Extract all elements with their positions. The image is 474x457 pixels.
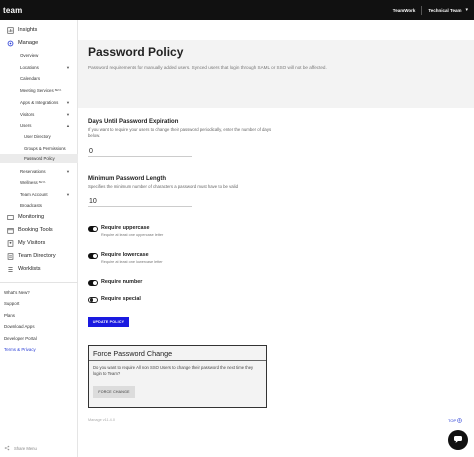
insights-icon [7,26,14,34]
page-title: Password Policy [88,45,184,59]
chevron-down-icon: ▼ [66,168,70,174]
chat-icon [453,431,463,449]
sidebar-item-wellness[interactable]: Wellness BETA [0,178,78,186]
min-length-description: Specifies the minimum number of characte… [88,184,238,189]
gear-icon [7,40,14,47]
sidebar-item-broadcasts[interactable]: Broadcasts [0,201,78,209]
require-lowercase-toggle[interactable] [88,252,98,259]
update-policy-button[interactable]: UPDATE POLICY [88,317,129,327]
booking-tools-icon [7,227,14,234]
force-password-change-panel: Force Password Change Do you want to req… [88,345,267,408]
sidebar: Insights Manage Overview Locations ▼ Cale… [0,20,78,457]
min-length-title: Minimum Password Length [88,176,167,182]
require-uppercase-toggle[interactable] [88,225,98,232]
require-lowercase-hint: Require at least one lowercase letter [101,260,163,264]
team-switcher[interactable]: Technical Team [428,8,461,13]
sidebar-item-visitors[interactable]: Visitors ▼ [0,110,78,118]
sidebar-item-users[interactable]: Users ▲ [0,121,78,129]
version-text: Manage v11.4.0 [88,418,115,422]
sidebar-item-monitoring[interactable]: Monitoring [0,212,78,222]
sidebar-item-worklists[interactable]: Worklists [0,264,78,274]
chevron-down-icon: ▼ [66,111,70,117]
require-special-label: Require special [101,296,141,302]
sidebar-item-insights[interactable]: Insights [0,25,78,35]
worklists-icon [7,266,14,273]
download-apps-link[interactable]: Download Apps [4,324,35,329]
topbar-divider [421,5,423,15]
sidebar-item-groups-permissions[interactable]: Groups & Permissions [0,144,78,152]
arrow-up-icon [457,418,462,423]
back-to-top-link[interactable]: TOP [448,418,462,423]
directory-icon [7,252,14,260]
sidebar-item-overview[interactable]: Overview [0,51,78,59]
sidebar-item-meeting-services[interactable]: Meeting Services BETA [0,86,78,94]
expiration-title: Days Until Password Expiration [88,119,179,125]
sidebar-item-my-visitors[interactable]: My Visitors [0,238,78,248]
chevron-up-icon: ▲ [66,122,70,128]
sidebar-item-apps-integrations[interactable]: Apps & Integrations ▼ [0,98,78,106]
require-number-row: Require number [88,279,142,286]
force-description: Do you want to require All non SSO Users… [93,365,254,376]
require-uppercase-hint: Require at least one uppercase letter [101,233,164,237]
sidebar-item-locations[interactable]: Locations ▼ [0,63,78,71]
visitors-icon [7,239,14,247]
sidebar-item-user-directory[interactable]: User Directory [0,132,78,140]
require-uppercase-row: Require uppercase Require at least one u… [88,225,163,237]
sidebar-divider [0,282,78,283]
sidebar-item-password-policy[interactable]: Password Policy [0,154,78,163]
share-icon [4,445,10,451]
page-description: Password requirements for manually added… [88,65,327,70]
monitoring-icon [7,214,14,221]
expiration-days-input[interactable] [88,146,192,157]
chevron-down-icon: ▼ [66,99,70,105]
chevron-down-icon: ▼ [66,64,70,70]
require-number-toggle[interactable] [88,279,98,286]
sidebar-item-reservations[interactable]: Reservations ▼ [0,167,78,175]
chat-button[interactable] [448,430,468,450]
min-length-input[interactable] [88,196,192,207]
whats-new-link[interactable]: What's New? [4,290,30,295]
terms-privacy-link[interactable]: Terms & Privacy [4,347,36,352]
require-special-toggle[interactable] [88,296,98,303]
expiration-description: If you want to require your users to cha… [88,127,272,138]
beta-badge: BETA [54,88,62,92]
beta-badge: BETA [38,180,46,184]
require-lowercase-row: Require lowercase Require at least one l… [88,252,163,264]
top-bar: team TeamWork Technical Team ▾ [0,0,474,20]
share-menu-button[interactable]: Share Menu [4,445,37,451]
require-uppercase-label: Require uppercase [101,225,150,231]
account-switcher[interactable]: TeamWork [393,8,416,13]
force-divider [89,360,266,361]
require-lowercase-label: Require lowercase [101,252,149,258]
team-logo[interactable]: team [3,6,22,15]
chevron-down-icon: ▼ [66,191,70,197]
main-content: Password Policy Password requirements fo… [78,20,474,457]
force-title: Force Password Change [93,349,173,358]
developer-portal-link[interactable]: Developer Portal [4,336,37,341]
sidebar-item-team-directory[interactable]: Team Directory [0,251,78,261]
plans-link[interactable]: Plans [4,313,15,318]
sidebar-item-team-account[interactable]: Team Account ▼ [0,190,78,198]
require-number-label: Require number [101,279,143,285]
support-link[interactable]: Support [4,301,19,306]
force-change-button[interactable]: FORCE CHANGE [93,386,135,398]
sidebar-item-booking-tools[interactable]: Booking Tools [0,225,78,235]
sidebar-item-manage[interactable]: Manage [0,38,78,48]
chevron-down-icon[interactable]: ▾ [465,7,468,13]
require-special-row: Require special [88,296,141,303]
sidebar-item-calendars[interactable]: Calendars [0,74,78,82]
